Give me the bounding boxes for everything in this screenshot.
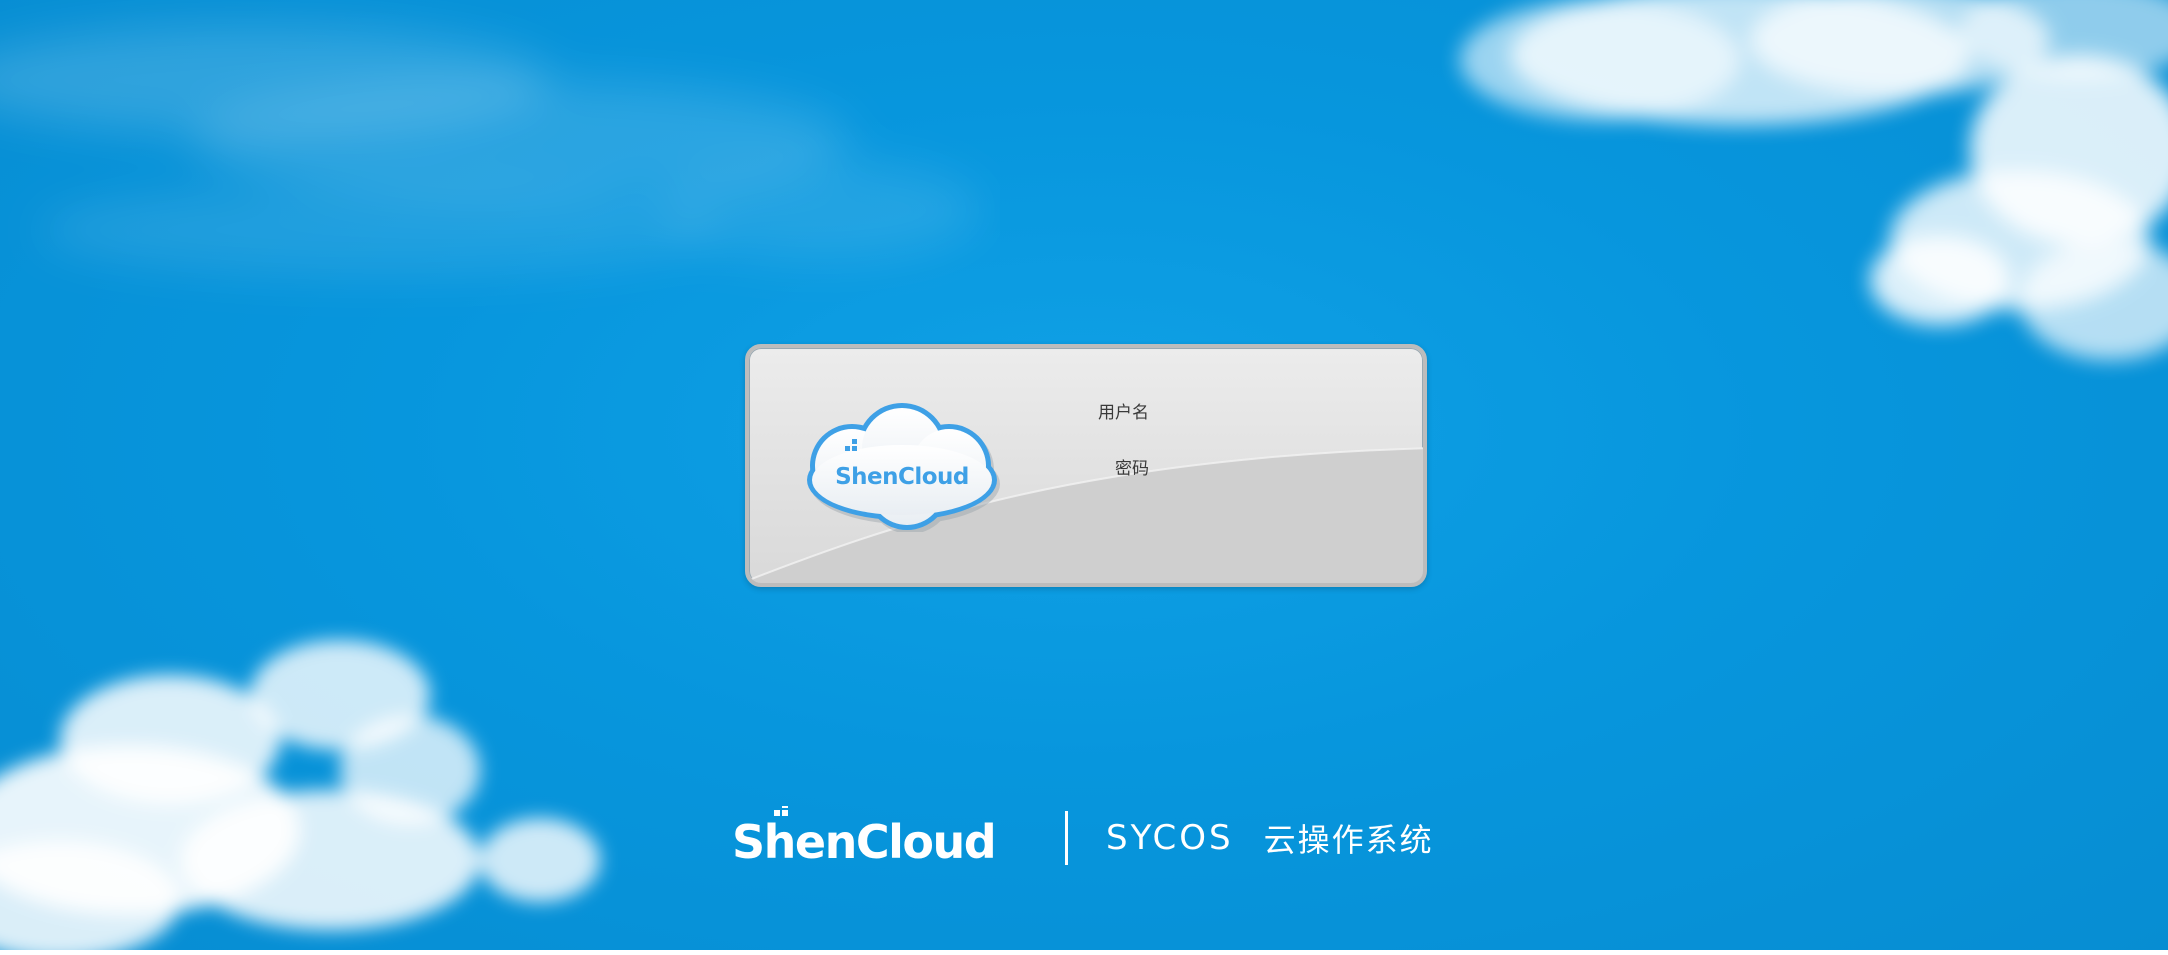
footer-brand-text: ShenCloud [732, 815, 995, 869]
shencloud-cloud-logo: ShenCloud [807, 403, 1000, 532]
cloud-bottom-left-icon [0, 640, 600, 955]
footer-brand: ShenCloud SYCOS 云操作系统 [732, 806, 1434, 870]
footer-subtitle: 云操作系统 [1263, 821, 1434, 859]
footer-shencloud-logo: ShenCloud [732, 806, 997, 869]
cloud-top-left-icon [0, 25, 980, 275]
cloud-top-right-icon [1460, 0, 2168, 360]
svg-text:ShenCloud: ShenCloud [835, 464, 969, 490]
login-panel: ShenCloud 用户名 密码 [745, 344, 1427, 587]
bottom-strip [0, 950, 2168, 955]
username-input[interactable] [1169, 394, 1393, 422]
footer-product-name: SYCOS [1106, 818, 1234, 858]
username-label: 用户名 [1098, 403, 1149, 423]
password-label: 密码 [1115, 459, 1149, 479]
login-page: ShenCloud 用户名 密码 ShenCloud SYCOS 云操作系统 [0, 0, 2168, 955]
password-input[interactable] [1169, 450, 1393, 478]
footer-divider [1065, 811, 1068, 865]
